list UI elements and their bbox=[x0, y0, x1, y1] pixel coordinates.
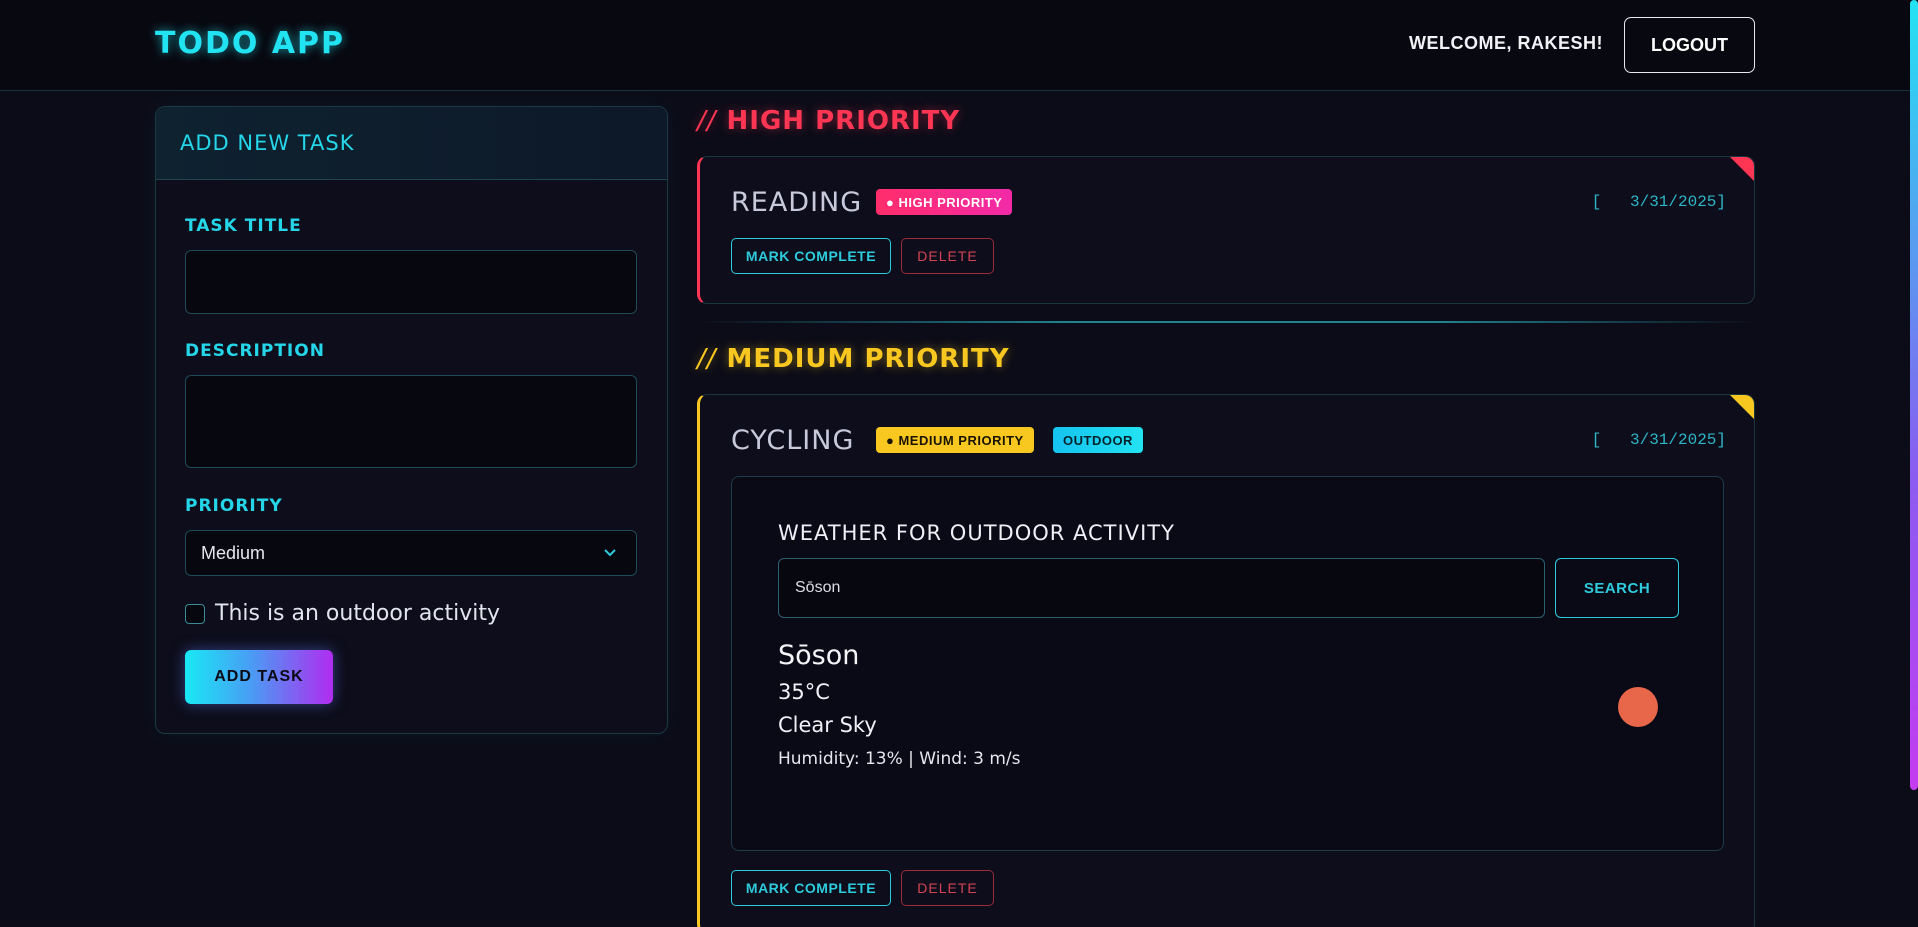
high-priority-heading: // HIGH PRIORITY bbox=[697, 106, 960, 136]
top-bar: TODO APP WELCOME, RAKESH! LOGOUT bbox=[0, 0, 1918, 91]
priority-label: PRIORITY bbox=[185, 496, 283, 516]
heading-slashes: // bbox=[697, 106, 717, 136]
task-title: READING bbox=[731, 187, 863, 218]
weather-search-button[interactable]: SEARCH bbox=[1555, 558, 1679, 618]
chevron-down-icon bbox=[604, 549, 616, 557]
weather-widget: WEATHER FOR OUTDOOR ACTIVITY Sōson SEARC… bbox=[731, 476, 1724, 851]
panel-header: ADD NEW TASK bbox=[156, 107, 667, 180]
outdoor-badge: OUTDOOR bbox=[1053, 427, 1143, 453]
heading-slashes: // bbox=[697, 344, 717, 374]
task-title-label: TASK TITLE bbox=[185, 216, 302, 236]
delete-button[interactable]: DELETE bbox=[901, 870, 994, 906]
heading-text: MEDIUM PRIORITY bbox=[726, 344, 1010, 374]
weather-temperature: 35°C bbox=[778, 680, 830, 704]
task-card-cycling: CYCLING ● MEDIUM PRIORITY OUTDOOR [ 3/31… bbox=[697, 394, 1755, 927]
mark-complete-button[interactable]: MARK COMPLETE bbox=[731, 870, 891, 906]
add-task-button[interactable]: ADD TASK bbox=[185, 650, 333, 704]
weather-details: Humidity: 13% | Wind: 3 m/s bbox=[778, 749, 1021, 769]
sun-icon bbox=[1618, 687, 1658, 727]
task-title-input[interactable] bbox=[185, 250, 637, 314]
outdoor-checkbox-label: This is an outdoor activity bbox=[215, 601, 500, 626]
task-card-reading: READING ● HIGH PRIORITY [ 3/31/2025] MAR… bbox=[697, 156, 1755, 304]
card-corner-accent bbox=[1730, 157, 1754, 181]
task-date: [ 3/31/2025] bbox=[1591, 193, 1726, 211]
priority-selected-value: Medium bbox=[201, 542, 266, 563]
heading-text: HIGH PRIORITY bbox=[726, 106, 961, 136]
priority-badge: ● MEDIUM PRIORITY bbox=[876, 427, 1034, 453]
priority-select[interactable]: Medium bbox=[185, 530, 637, 576]
priority-badge: ● HIGH PRIORITY bbox=[876, 189, 1013, 215]
card-corner-accent bbox=[1730, 395, 1754, 419]
weather-city: Sōson bbox=[778, 640, 860, 671]
scrollbar[interactable] bbox=[1910, 0, 1918, 790]
description-label: DESCRIPTION bbox=[185, 341, 325, 361]
description-textarea[interactable] bbox=[185, 375, 637, 468]
add-task-panel: ADD NEW TASK TASK TITLE DESCRIPTION PRIO… bbox=[155, 106, 668, 734]
delete-button[interactable]: DELETE bbox=[901, 238, 994, 274]
outdoor-checkbox[interactable] bbox=[185, 603, 205, 624]
medium-priority-heading: // MEDIUM PRIORITY bbox=[697, 344, 1010, 374]
weather-condition: Clear Sky bbox=[778, 713, 877, 737]
logout-button[interactable]: LOGOUT bbox=[1624, 17, 1755, 73]
task-title: CYCLING bbox=[731, 425, 855, 456]
section-divider bbox=[697, 321, 1755, 323]
outdoor-option[interactable]: This is an outdoor activity bbox=[185, 601, 500, 626]
mark-complete-button[interactable]: MARK COMPLETE bbox=[731, 238, 891, 274]
task-date: [ 3/31/2025] bbox=[1591, 431, 1726, 449]
weather-title: WEATHER FOR OUTDOOR ACTIVITY bbox=[778, 521, 1175, 545]
panel-title: ADD NEW TASK bbox=[180, 131, 355, 155]
city-search-input[interactable]: Sōson bbox=[778, 558, 1545, 618]
welcome-message: WELCOME, RAKESH! bbox=[1409, 33, 1603, 53]
app-title: TODO APP bbox=[155, 26, 346, 61]
